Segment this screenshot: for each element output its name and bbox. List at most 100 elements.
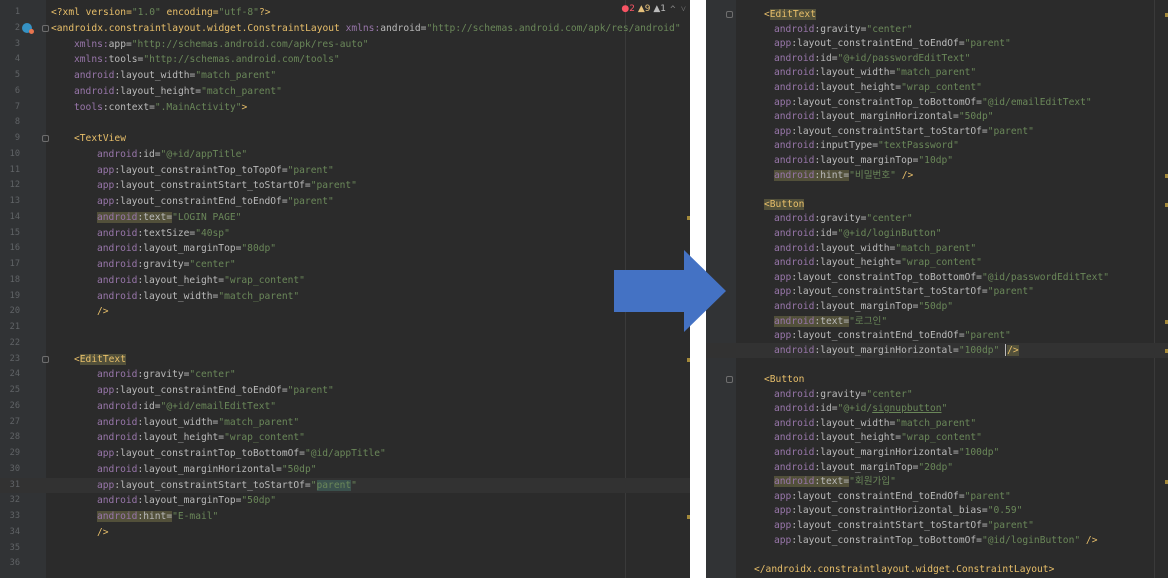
line-number: 11 (9, 164, 20, 175)
code-line[interactable]: 3 xmlns:app="http://schemas.android.com/a… (0, 37, 690, 53)
code-line[interactable]: 30 android:layout_marginHorizontal="50dp" (0, 462, 690, 478)
code-line[interactable]: 21 (0, 320, 690, 336)
code-line[interactable]: 9 <TextView (0, 131, 690, 147)
code-line[interactable]: 11 app:layout_constraintTop_toTopOf="pare… (0, 163, 690, 179)
code-token: :layout_marginTop= (814, 301, 919, 312)
fold-toggle-icon[interactable] (726, 376, 733, 383)
code-line[interactable]: android:layout_marginTop="20dp" (706, 460, 1168, 476)
code-line[interactable]: 6 android:layout_height="match_parent" (0, 84, 690, 100)
code-line[interactable]: 18 android:layout_height="wrap_content" (0, 273, 690, 289)
code-line[interactable] (706, 357, 1168, 373)
code-token: :gravity= (814, 388, 867, 400)
code-line[interactable]: app:layout_constraintTop_toBottomOf="@id… (706, 270, 1168, 286)
code-line[interactable]: android:layout_width="match_parent" (706, 65, 1168, 81)
code-line[interactable]: 16 android:layout_marginTop="80dp" (0, 241, 690, 257)
left-code-editor[interactable]: ●2 ▲9 ▲1 ^ ˅ 1 <?xml version="1.0" encodi… (0, 0, 690, 578)
code-line[interactable]: 36 (0, 556, 690, 572)
code-line[interactable]: <EditText (706, 7, 1168, 23)
code-line[interactable]: android:layout_height="wrap_content" (706, 255, 1168, 271)
code-line[interactable]: 15 android:textSize="40sp" (0, 226, 690, 242)
code-token: :layout_constraintEnd_toEndOf= (114, 385, 288, 396)
code-text: android:layout_marginTop="20dp" (774, 460, 953, 476)
code-line[interactable]: 19 android:layout_width="match_parent" (0, 289, 690, 305)
code-token: tools (108, 54, 138, 66)
code-line[interactable]: app:layout_constraintEnd_toEndOf="parent… (706, 328, 1168, 344)
fold-toggle-icon[interactable] (42, 135, 49, 142)
code-line[interactable]: 33 android:hint="E-mail" (0, 509, 690, 525)
code-token: :layout_constraintStart_toStartOf= (791, 520, 988, 531)
code-line[interactable]: 10 android:id="@+id/appTitle" (0, 147, 690, 163)
code-line[interactable]: android:layout_marginHorizontal="100dp" (706, 445, 1168, 461)
text-caret (1005, 343, 1007, 356)
code-line[interactable]: app:layout_constraintStart_toStartOf="pa… (706, 284, 1168, 300)
code-line[interactable]: app:layout_constraintEnd_toEndOf="parent… (706, 36, 1168, 52)
code-line[interactable]: 1 <?xml version="1.0" encoding="utf-8"?> (0, 5, 690, 21)
code-line[interactable]: 23 <EditText (0, 352, 690, 368)
code-line[interactable]: android:text="회원가입" (706, 474, 1168, 490)
code-line[interactable]: 4 xmlns:tools="http://schemas.android.com… (0, 52, 690, 68)
code-line[interactable]: 25 app:layout_constraintEnd_toEndOf="pare… (0, 383, 690, 399)
code-line[interactable]: android:inputType="textPassword" (706, 138, 1168, 154)
code-line[interactable]: 12 app:layout_constraintStart_toStartOf="… (0, 178, 690, 194)
code-line[interactable]: android:id="@+id/passwordEditText" (706, 51, 1168, 67)
code-line[interactable]: android:layout_marginHorizontal="50dp" (706, 109, 1168, 125)
code-text: app:layout_constraintHorizontal_bias="0.… (774, 503, 1022, 519)
code-line[interactable]: 27 android:layout_width="match_parent" (0, 415, 690, 431)
code-line[interactable]: 22 (0, 336, 690, 352)
code-token: android (774, 388, 815, 400)
code-line[interactable]: app:layout_constraintStart_toStartOf="pa… (706, 518, 1168, 534)
code-line[interactable]: 8 (0, 115, 690, 131)
code-line[interactable]: android:layout_marginTop="50dp" (706, 299, 1168, 315)
fold-toggle-icon[interactable] (42, 355, 49, 363)
code-token: android (74, 85, 115, 97)
code-line[interactable] (706, 547, 1168, 563)
code-line[interactable]: android:hint="비밀번호" /> (706, 168, 1168, 184)
code-line[interactable]: 34 /> (0, 525, 690, 541)
line-number: 36 (9, 558, 20, 569)
code-line[interactable]: 2 <androidx.constraintlayout.widget.Const… (0, 21, 690, 37)
code-line[interactable]: android:layout_marginTop="10dp" (706, 153, 1168, 169)
code-line[interactable]: android:gravity="center" (706, 211, 1168, 227)
code-line[interactable]: 20 /> (0, 304, 690, 320)
code-token: :gravity= (137, 259, 190, 270)
code-line[interactable]: 28 android:layout_height="wrap_content" (0, 430, 690, 446)
code-line[interactable]: <Button (706, 197, 1168, 213)
code-token: "match_parent" (895, 417, 977, 429)
code-line[interactable]: 24 android:gravity="center" (0, 367, 690, 383)
code-line[interactable]: android:layout_marginHorizontal="100dp" … (706, 342, 1168, 359)
code-line[interactable]: app:layout_constraintTop_toBottomOf="@id… (706, 533, 1168, 549)
code-line[interactable]: 35 (0, 541, 690, 557)
code-line[interactable]: 29 app:layout_constraintTop_toBottomOf="@… (0, 446, 690, 462)
code-line[interactable]: android:layout_height="wrap_content" (706, 80, 1168, 96)
code-line[interactable]: android:layout_width="match_parent" (706, 241, 1168, 257)
code-line[interactable]: 31 app:layout_constraintStart_toStartOf="… (0, 477, 690, 494)
code-line[interactable]: 5 android:layout_width="match_parent" (0, 68, 690, 84)
code-line[interactable]: <Button (706, 372, 1168, 388)
fold-toggle-icon[interactable] (726, 11, 733, 18)
line-number: 33 (9, 511, 20, 521)
right-code-editor[interactable]: <EditText android:gravity="center" app:lay… (706, 0, 1168, 578)
code-line[interactable] (706, 182, 1168, 198)
code-line[interactable]: android:gravity="center" (706, 387, 1168, 403)
code-line[interactable]: 13 app:layout_constraintEnd_toEndOf="pare… (0, 194, 690, 210)
code-token: "@+id/appTitle" (160, 148, 248, 160)
code-line[interactable]: android:gravity="center" (706, 22, 1168, 38)
code-line[interactable]: android:id="@+id/signupbutton" (706, 401, 1168, 417)
line-number: 27 (9, 416, 20, 427)
code-line[interactable]: 26 android:id="@+id/emailEditText" (0, 399, 690, 415)
code-line[interactable]: android:id="@+id/loginButton" (706, 226, 1168, 242)
code-token: :layout_width= (814, 242, 896, 254)
code-line[interactable]: app:layout_constraintTop_toBottomOf="@id… (706, 95, 1168, 111)
code-line[interactable]: 32 android:layout_marginTop="50dp" (0, 493, 690, 509)
code-line[interactable]: android:text="로그인" (706, 314, 1168, 330)
code-line[interactable]: android:layout_height="wrap_content" (706, 430, 1168, 446)
fold-toggle-icon[interactable] (42, 24, 49, 32)
code-line[interactable]: </androidx.constraintlayout.widget.Const… (706, 562, 1168, 578)
code-line[interactable]: 17 android:gravity="center" (0, 257, 690, 273)
code-line[interactable]: android:layout_width="match_parent" (706, 416, 1168, 432)
code-line[interactable]: app:layout_constraintStart_toStartOf="pa… (706, 124, 1168, 140)
code-line[interactable]: 7 tools:context=".MainActivity"> (0, 100, 690, 116)
code-line[interactable]: app:layout_constraintEnd_toEndOf="parent… (706, 489, 1168, 505)
code-line[interactable]: app:layout_constraintHorizontal_bias="0.… (706, 503, 1168, 519)
code-line[interactable]: 14 android:text="LOGIN PAGE" (0, 210, 690, 226)
